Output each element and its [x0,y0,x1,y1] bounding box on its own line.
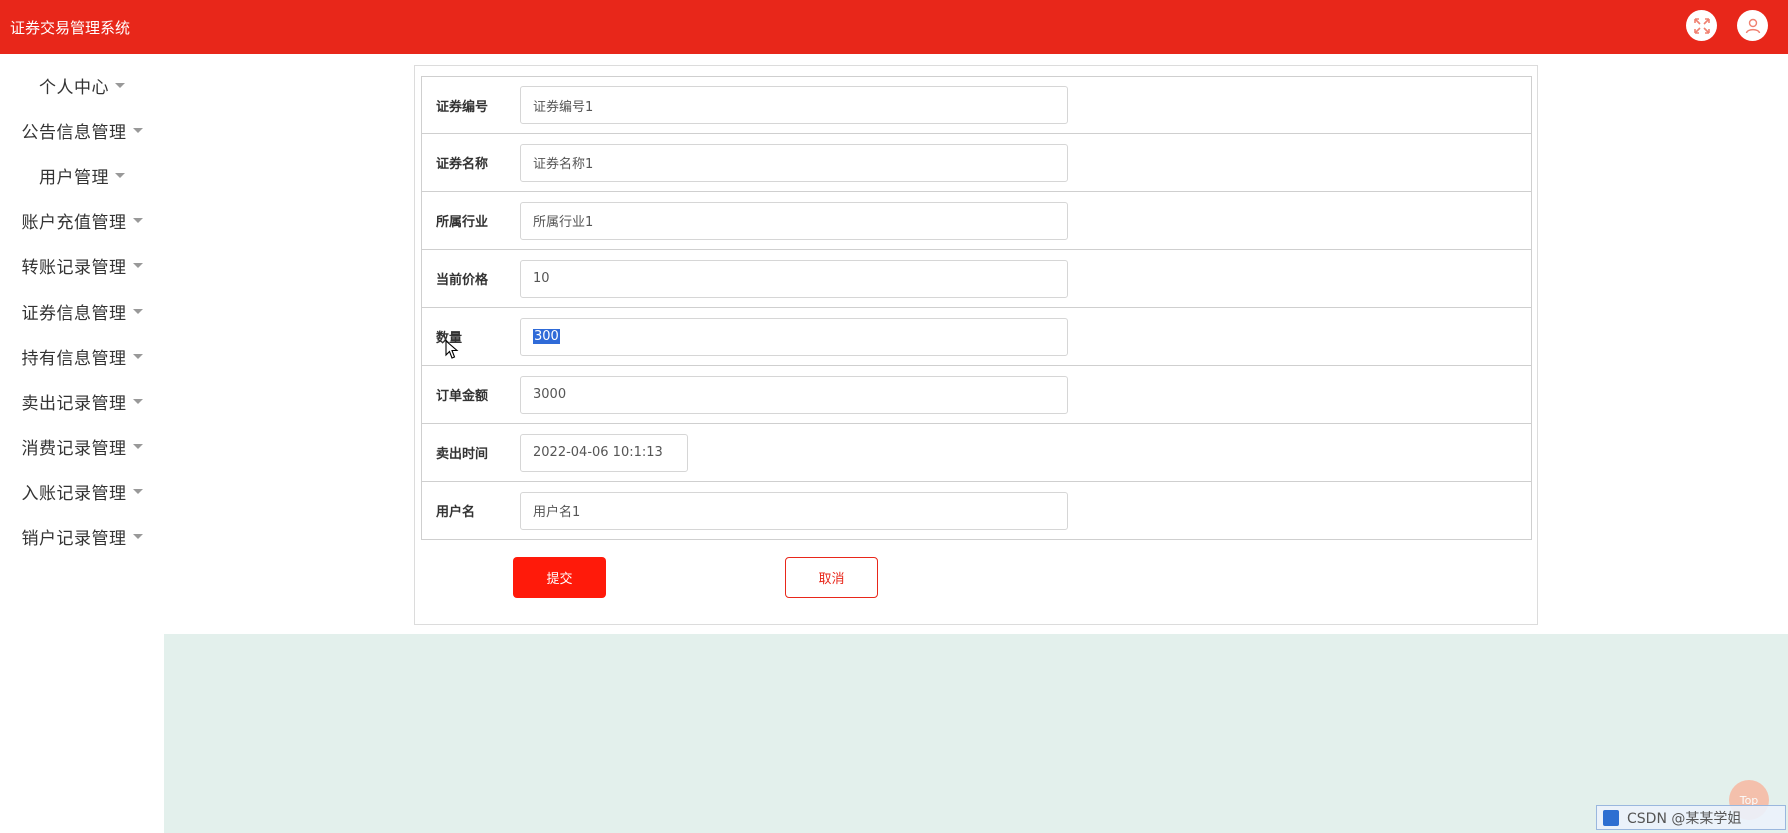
field-value: 证券名称1 [533,157,594,172]
form-row-username: 用户名 用户名1 [421,482,1532,540]
content-lower-panel [164,634,1788,833]
sidebar-item-label: 公告信息管理 [21,122,127,143]
form-row-current-price: 当前价格 10 [421,250,1532,308]
field-label: 证券名称 [436,157,489,172]
sidebar-item-personal-center[interactable]: 个人中心 [0,65,164,105]
form-row-security-name: 证券名称 证券名称1 [421,134,1532,192]
sidebar-item-account-closure[interactable]: 销户记录管理 [0,516,164,556]
submit-button[interactable]: 提交 [513,557,606,598]
caret-down-icon [132,533,143,539]
sidebar: 个人中心 公告信息管理 用户管理 账户充值管理 转账记录管理 证券信息管理 持有… [0,54,164,833]
sidebar-item-transfers[interactable]: 转账记录管理 [0,245,164,285]
fullscreen-icon [1693,17,1710,34]
caret-down-icon [132,398,143,404]
username-input[interactable]: 用户名1 [520,491,1068,530]
field-label: 用户名 [436,505,476,520]
edit-form: 证券编号 证券编号1 证券名称 证券名称1 所属行业 所属行业1 当前价格 10… [414,65,1538,625]
field-value: 用户名1 [533,505,581,520]
field-value: 2022-04-06 10:1:13 [533,445,663,460]
sidebar-item-income[interactable]: 入账记录管理 [0,471,164,511]
fullscreen-button[interactable] [1686,10,1717,41]
caret-down-icon [115,82,125,88]
sidebar-item-label: 个人中心 [39,77,109,98]
form-row-order-amount: 订单金额 3000 [421,366,1532,424]
field-label: 证券编号 [436,99,489,115]
field-value: 10 [533,271,550,286]
field-label: 订单金额 [436,389,489,404]
mouse-cursor-icon [445,340,459,359]
quantity-input[interactable]: 300 [520,317,1068,356]
form-table: 证券编号 证券编号1 证券名称 证券名称1 所属行业 所属行业1 当前价格 10… [421,76,1532,540]
sidebar-item-label: 账户充值管理 [21,212,127,233]
app-title: 证券交易管理系统 [10,19,131,37]
sidebar-item-recharge[interactable]: 账户充值管理 [0,200,164,240]
top-bar: 证券交易管理系统 [0,0,1788,54]
sidebar-item-holdings[interactable]: 持有信息管理 [0,336,164,376]
caret-down-icon [132,443,143,449]
csdn-logo-icon [1603,809,1619,826]
sidebar-item-label: 卖出记录管理 [21,393,127,414]
caret-down-icon [132,488,143,494]
security-name-input[interactable]: 证券名称1 [520,143,1068,182]
sidebar-item-label: 证券信息管理 [21,303,127,324]
current-price-input[interactable]: 10 [520,259,1068,298]
caret-down-icon [132,262,143,268]
cancel-button[interactable]: 取消 [785,557,878,598]
field-label: 所属行业 [436,215,489,230]
caret-down-icon [132,308,143,314]
sidebar-item-users[interactable]: 用户管理 [0,155,164,195]
sidebar-item-label: 消费记录管理 [21,438,127,459]
form-row-sell-time: 卖出时间 2022-04-06 10:1:13 [421,424,1532,482]
field-value: 所属行业1 [533,215,594,230]
sidebar-item-label: 转账记录管理 [21,257,127,278]
sidebar-item-label: 持有信息管理 [21,348,127,369]
field-label: 数量 [436,331,463,346]
field-value: 3000 [533,387,567,402]
app-window: 证券交易管理系统 个人中心 公告信息管理 用户管理 账户充值管理 转账记录管理 … [0,0,1788,833]
field-value: 300 [533,329,560,344]
form-row-quantity: 数量 300 [421,308,1532,366]
user-avatar-button[interactable] [1737,10,1768,41]
sidebar-item-label: 销户记录管理 [21,528,127,549]
sidebar-item-consumption[interactable]: 消费记录管理 [0,426,164,466]
field-label: 当前价格 [436,273,489,288]
field-label: 卖出时间 [436,447,489,462]
sidebar-item-label: 入账记录管理 [21,483,127,504]
sidebar-item-label: 用户管理 [39,167,109,188]
field-value: 证券编号1 [533,99,594,115]
csdn-watermark: CSDN @某某学姐 [1596,805,1786,830]
sidebar-item-sell-records[interactable]: 卖出记录管理 [0,381,164,421]
sidebar-item-announcements[interactable]: 公告信息管理 [0,110,164,150]
caret-down-icon [132,353,143,359]
watermark-text: CSDN @某某学姐 [1627,810,1742,827]
sidebar-item-securities[interactable]: 证券信息管理 [0,291,164,331]
user-icon [1745,18,1760,33]
industry-input[interactable]: 所属行业1 [520,201,1068,240]
sell-time-picker[interactable]: 2022-04-06 10:1:13 [520,433,688,472]
caret-down-icon [132,127,143,133]
caret-down-icon [115,172,125,178]
form-row-industry: 所属行业 所属行业1 [421,192,1532,250]
caret-down-icon [132,217,143,223]
form-row-security-code: 证券编号 证券编号1 [421,76,1532,134]
security-code-input[interactable]: 证券编号1 [520,86,1068,124]
order-amount-input[interactable]: 3000 [520,375,1068,414]
